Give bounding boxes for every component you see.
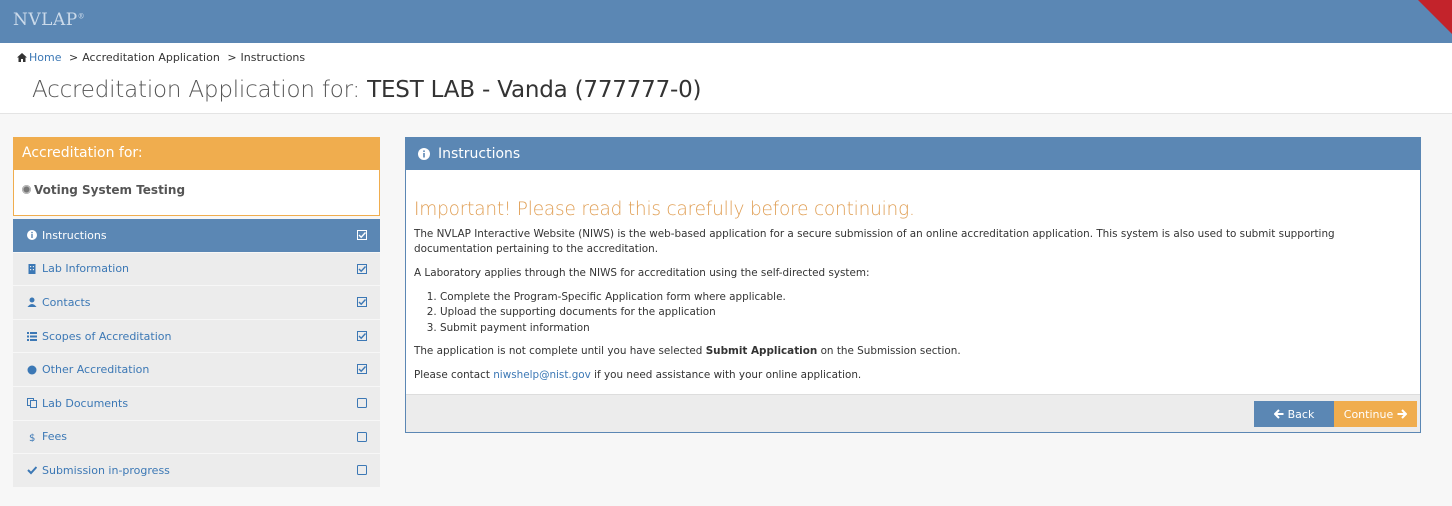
list-item: Upload the supporting documents for the … <box>440 305 1412 321</box>
building-icon <box>28 263 36 274</box>
checked-box-icon <box>357 230 367 240</box>
breadcrumb-item-instructions: Instructions <box>240 51 306 64</box>
sidebar-item-submission[interactable]: Submission in-progress <box>13 454 380 488</box>
contact-paragraph: Please contact niwshelp@nist.gov if you … <box>414 369 862 382</box>
sidebar-item-lab-documents[interactable]: Lab Documents <box>13 386 380 421</box>
circle-icon <box>27 365 37 375</box>
nvlap-logo[interactable]: NVLAP® <box>13 10 85 30</box>
breadcrumb-separator: > <box>68 51 79 64</box>
sidebar-item-contacts[interactable]: Contacts <box>13 286 380 320</box>
breadcrumb-item-application[interactable]: Accreditation Application <box>82 51 220 64</box>
accreditation-for-heading: Accreditation for: <box>14 138 379 170</box>
svg-text:$: $ <box>29 433 35 442</box>
sidebar-item-label: Other Accreditation <box>42 363 150 377</box>
intro-paragraph: The NVLAP Interactive Website (NIWS) is … <box>414 227 1335 256</box>
important-notice: Important! Please read this carefully be… <box>414 199 915 220</box>
arrow-right-icon <box>1397 409 1408 419</box>
sidebar-item-label: Lab Information <box>42 262 130 276</box>
sidebar-item-fees[interactable]: $ Fees <box>13 420 380 455</box>
breadcrumb: Home > Accreditation Application > Instruc… <box>17 51 305 64</box>
info-icon <box>27 230 37 241</box>
sidebar-item-label: Fees <box>42 430 67 444</box>
continue-button[interactable]: Continue <box>1334 401 1417 427</box>
panel-body: Important! Please read this carefully be… <box>406 170 1420 384</box>
sidebar-item-label: Lab Documents <box>42 396 129 410</box>
copy-icon <box>27 398 37 409</box>
sidebar-item-other-accreditation[interactable]: Other Accreditation <box>13 353 380 387</box>
complete-paragraph: The application is not complete until yo… <box>414 345 961 358</box>
sidebar-item-label: Instructions <box>42 228 107 242</box>
back-button[interactable]: Back <box>1254 401 1334 427</box>
support-email-link[interactable]: niwshelp@nist.gov <box>493 369 591 381</box>
sidebar-item-instructions[interactable]: Instructions <box>13 219 380 253</box>
sidebar-item-scopes[interactable]: Scopes of Accreditation <box>13 319 380 354</box>
info-icon <box>418 148 430 160</box>
panel-heading: Instructions <box>406 138 1420 170</box>
checked-box-icon <box>357 263 367 274</box>
checked-box-icon <box>357 330 367 341</box>
accreditation-for-box: Accreditation for: Voting System Testing <box>13 137 380 216</box>
user-icon <box>27 297 37 308</box>
top-navbar: NVLAP® <box>0 0 1452 43</box>
instructions-panel: Instructions Important! Please read this… <box>405 137 1421 433</box>
unchecked-box-icon <box>357 465 367 476</box>
unchecked-box-icon <box>357 431 367 442</box>
list-item: Submit payment information <box>440 321 1412 337</box>
list-item: Complete the Program-Specific Applicatio… <box>440 290 1412 306</box>
home-icon <box>17 53 27 62</box>
apply-paragraph: A Laboratory applies through the NIWS fo… <box>414 266 870 279</box>
breadcrumb-home-link[interactable]: Home <box>29 51 61 64</box>
corner-ribbon <box>1418 0 1452 34</box>
page-title-lab: TEST LAB - Vanda (777777-0) <box>367 77 702 103</box>
gear-icon <box>22 185 31 194</box>
check-icon <box>27 466 37 475</box>
sidebar-item-lab-information[interactable]: Lab Information <box>13 252 380 287</box>
checked-box-icon <box>357 364 367 375</box>
checked-box-icon <box>357 297 367 308</box>
steps-list: Complete the Program-Specific Applicatio… <box>440 290 1412 337</box>
arrow-left-icon <box>1273 409 1284 419</box>
breadcrumb-separator: > <box>227 51 237 64</box>
panel-footer: Back Continue <box>406 394 1420 432</box>
sidebar-item-label: Contacts <box>42 295 91 309</box>
page-title-prefix: Accreditation Application for: <box>32 77 360 103</box>
sidebar-item-label: Submission in-progress <box>42 463 170 477</box>
sidebar-menu: Instructions Lab Information Contacts Sc… <box>13 219 380 488</box>
unchecked-box-icon <box>357 397 367 408</box>
dollar-icon: $ <box>29 433 35 442</box>
panel-heading-label: Instructions <box>438 146 521 162</box>
list-icon <box>27 332 37 342</box>
accreditation-program: Voting System Testing <box>14 170 379 210</box>
page-title: Accreditation Application for: TEST LAB … <box>32 77 702 103</box>
sidebar-item-label: Scopes of Accreditation <box>42 329 172 343</box>
